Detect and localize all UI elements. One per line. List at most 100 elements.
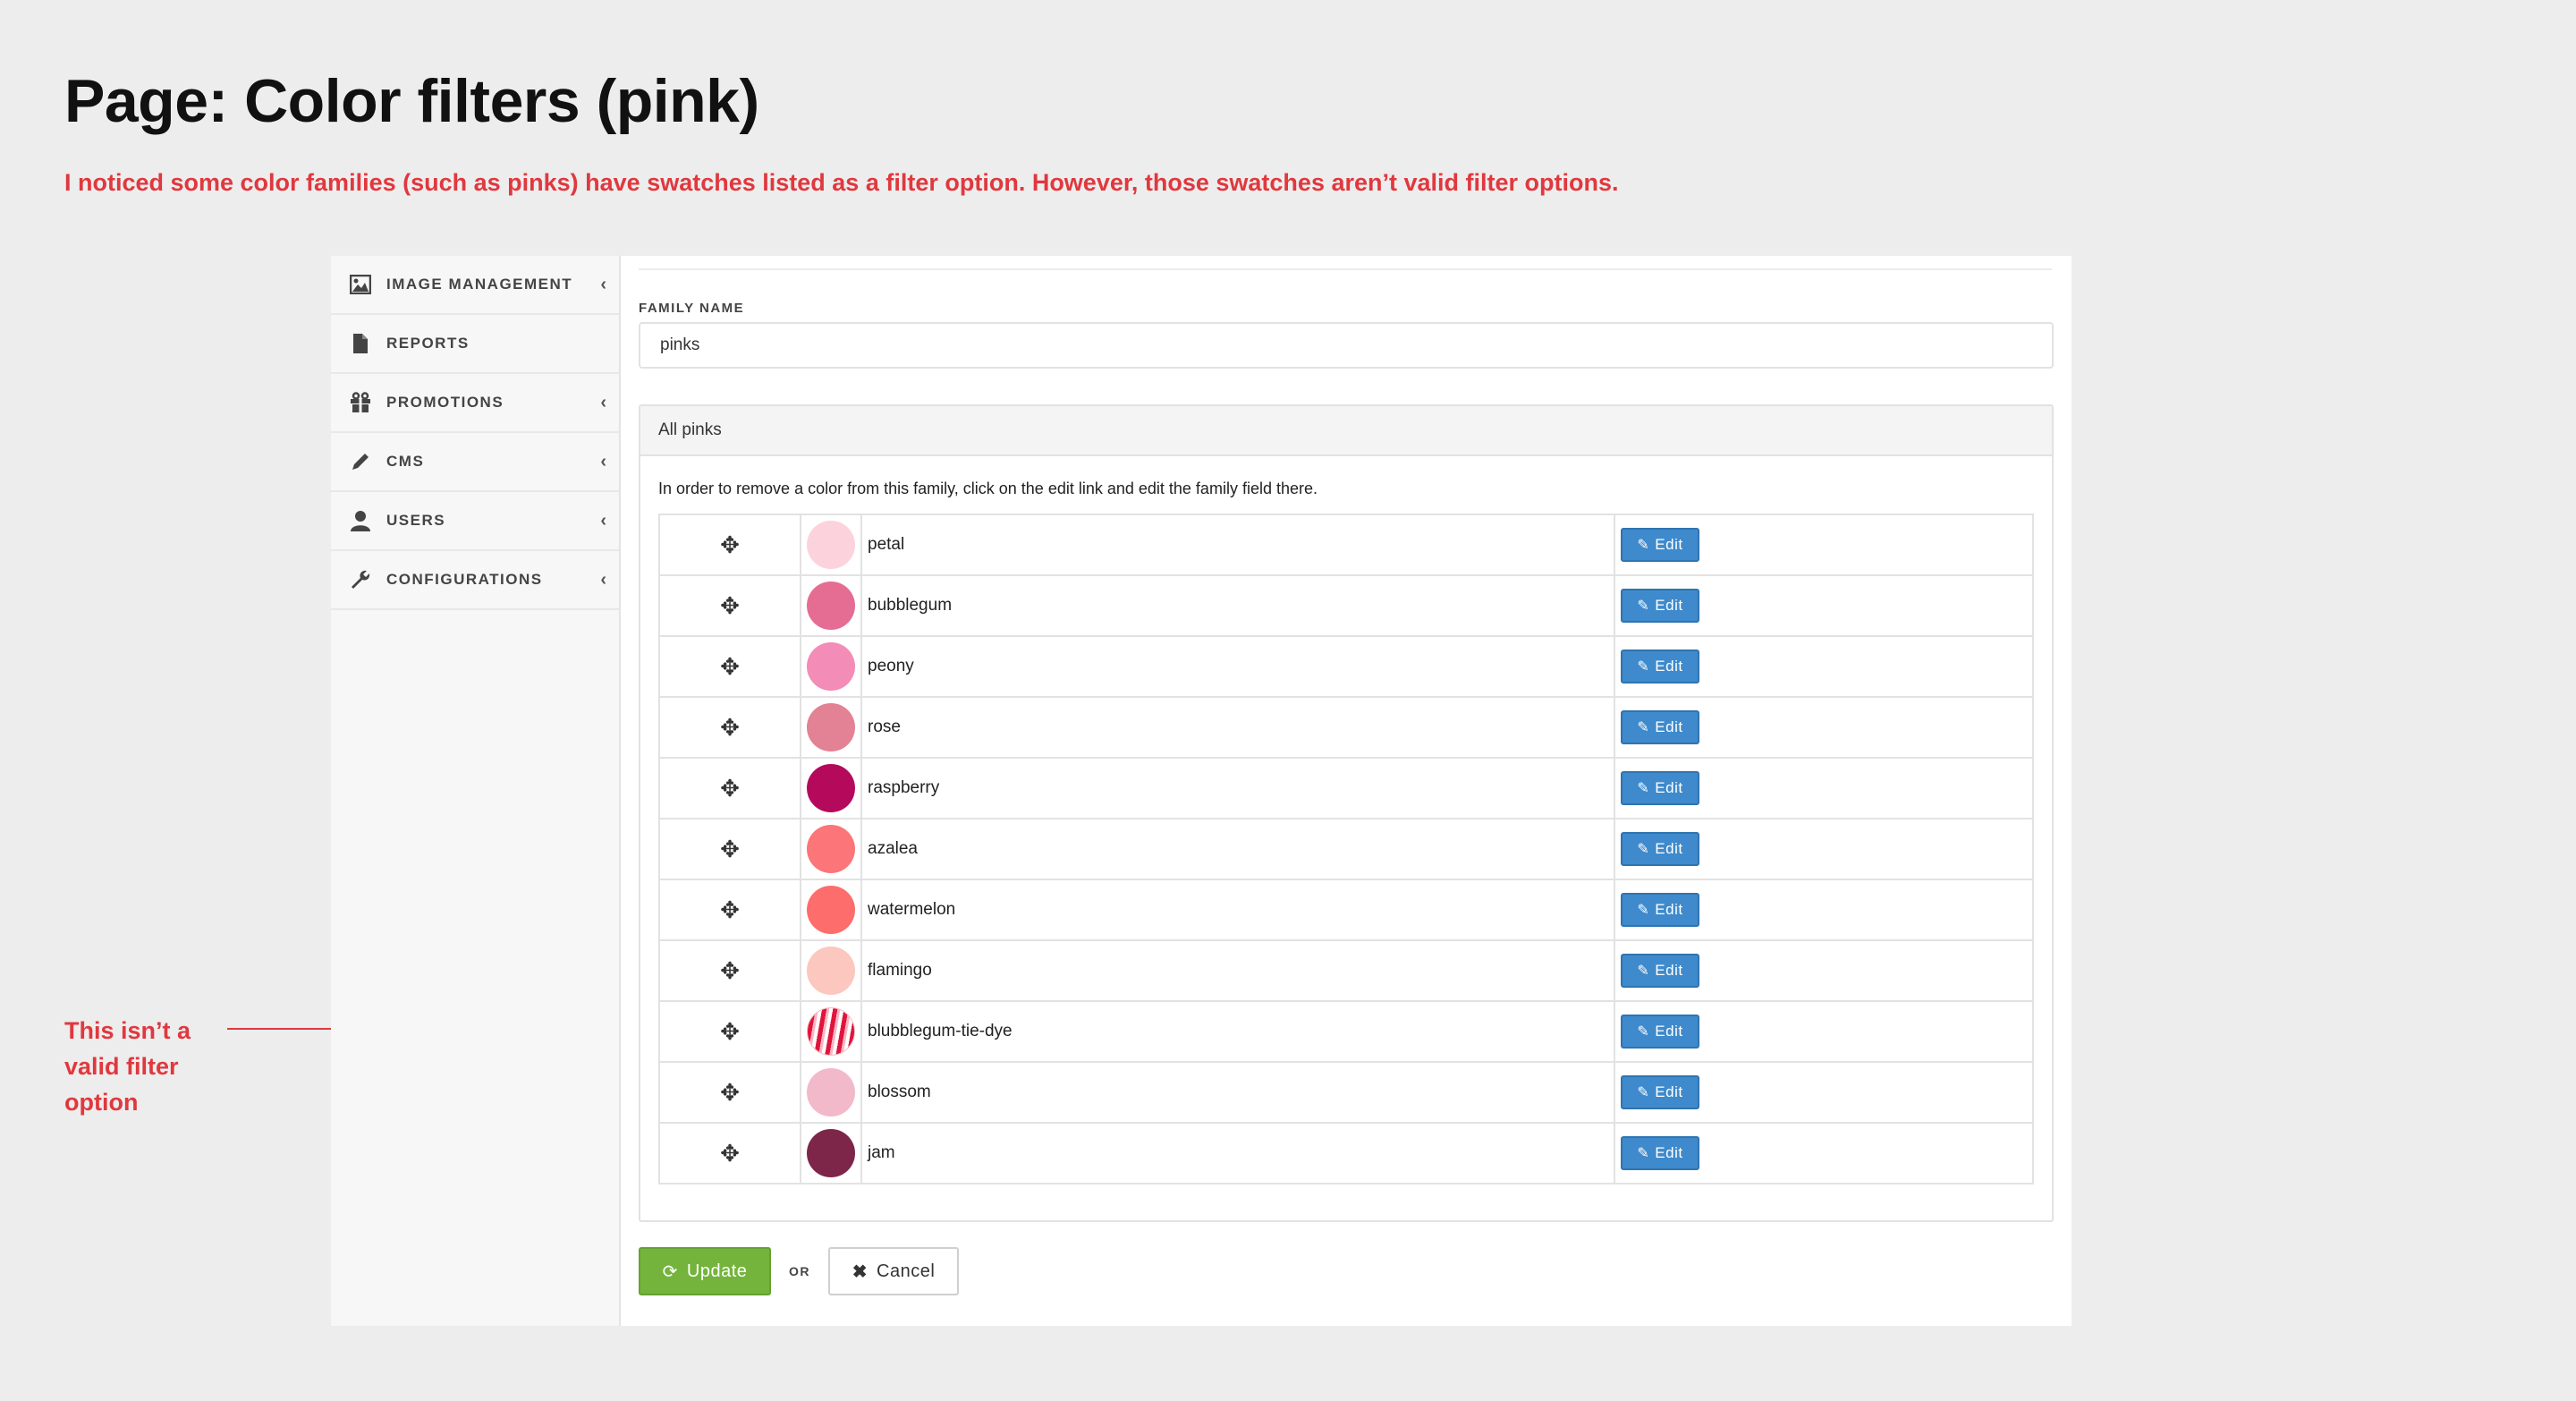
- edit-button[interactable]: ✎ Edit: [1621, 1075, 1699, 1109]
- update-button[interactable]: ⟳ Update: [639, 1247, 771, 1295]
- edit-button[interactable]: ✎ Edit: [1621, 1136, 1699, 1170]
- color-name: azalea: [860, 818, 1615, 880]
- family-name-input[interactable]: [639, 322, 2054, 369]
- swatch-cell: [800, 514, 862, 576]
- pencil-icon: ✎: [1637, 720, 1650, 735]
- edit-label: Edit: [1655, 597, 1683, 614]
- edit-button[interactable]: ✎ Edit: [1621, 589, 1699, 623]
- drag-handle-icon[interactable]: ✥: [658, 879, 801, 941]
- panel-title: All pinks: [640, 406, 2052, 456]
- pencil-icon: ✎: [1637, 1024, 1650, 1040]
- action-cell: ✎ Edit: [1614, 757, 2034, 819]
- edit-button[interactable]: ✎ Edit: [1621, 528, 1699, 562]
- edit-button[interactable]: ✎ Edit: [1621, 710, 1699, 744]
- color-swatch: [807, 886, 855, 934]
- sidebar-item-image-management[interactable]: IMAGE MANAGEMENT ‹: [331, 256, 619, 315]
- close-icon: ✖: [852, 1261, 868, 1282]
- color-swatch: [807, 582, 855, 630]
- color-swatch: [807, 521, 855, 569]
- color-row: ✥ rose ✎ Edit: [658, 696, 2034, 759]
- drag-handle-icon[interactable]: ✥: [658, 1000, 801, 1063]
- color-row: ✥ azalea ✎ Edit: [658, 818, 2034, 880]
- color-swatch: [807, 642, 855, 691]
- pencil-icon: ✎: [1637, 964, 1650, 979]
- edit-label: Edit: [1655, 779, 1683, 796]
- drag-handle-icon[interactable]: ✥: [658, 757, 801, 819]
- sidebar-item-label: CONFIGURATIONS: [386, 571, 543, 588]
- swatch-cell: [800, 939, 862, 1002]
- file-icon: [349, 332, 372, 355]
- drag-handle-icon[interactable]: ✥: [658, 696, 801, 759]
- chevron-left-icon: ‹: [600, 393, 606, 412]
- edit-label: Edit: [1655, 840, 1683, 857]
- action-cell: ✎ Edit: [1614, 635, 2034, 698]
- user-icon: [349, 509, 372, 532]
- cancel-button[interactable]: ✖ Cancel: [828, 1247, 959, 1295]
- edit-button[interactable]: ✎ Edit: [1621, 954, 1699, 988]
- sidebar-item-cms[interactable]: CMS ‹: [331, 433, 619, 492]
- color-row: ✥ raspberry ✎ Edit: [658, 757, 2034, 819]
- sidebar-item-label: CMS: [386, 453, 425, 470]
- edit-label: Edit: [1655, 1083, 1683, 1100]
- image-icon: [349, 273, 372, 296]
- color-name: rose: [860, 696, 1615, 759]
- cancel-label: Cancel: [877, 1261, 936, 1281]
- action-cell: ✎ Edit: [1614, 514, 2034, 576]
- color-name: raspberry: [860, 757, 1615, 819]
- sidebar-item-label: USERS: [386, 512, 446, 529]
- edit-button[interactable]: ✎ Edit: [1621, 771, 1699, 805]
- or-label: OR: [789, 1264, 810, 1278]
- swatch-cell: [800, 1122, 862, 1184]
- color-row: ✥ peony ✎ Edit: [658, 635, 2034, 698]
- drag-handle-icon[interactable]: ✥: [658, 818, 801, 880]
- drag-handle-icon[interactable]: ✥: [658, 1061, 801, 1124]
- edit-label: Edit: [1655, 1023, 1683, 1040]
- color-row: ✥ blubblegum-tie-dye ✎ Edit: [658, 1000, 2034, 1063]
- drag-handle-icon[interactable]: ✥: [658, 635, 801, 698]
- swatch-cell: [800, 757, 862, 819]
- edit-label: Edit: [1655, 536, 1683, 553]
- refresh-icon: ⟳: [662, 1261, 678, 1282]
- color-name: blossom: [860, 1061, 1615, 1124]
- pencil-icon: ✎: [1637, 842, 1650, 857]
- action-cell: ✎ Edit: [1614, 879, 2034, 941]
- swatch-cell: [800, 879, 862, 941]
- color-swatch: [807, 947, 855, 995]
- edit-label: Edit: [1655, 901, 1683, 918]
- sidebar-item-promotions[interactable]: PROMOTIONS ‹: [331, 374, 619, 433]
- pencil-icon: ✎: [1637, 659, 1650, 675]
- pencil-icon: ✎: [1637, 538, 1650, 553]
- edit-button[interactable]: ✎ Edit: [1621, 1015, 1699, 1049]
- drag-handle-icon[interactable]: ✥: [658, 574, 801, 637]
- wrench-icon: [349, 568, 372, 591]
- action-cell: ✎ Edit: [1614, 1061, 2034, 1124]
- swatch-cell: [800, 818, 862, 880]
- pencil-icon: ✎: [1637, 781, 1650, 796]
- swatch-cell: [800, 635, 862, 698]
- drag-handle-icon[interactable]: ✥: [658, 939, 801, 1002]
- color-name: flamingo: [860, 939, 1615, 1002]
- edit-button[interactable]: ✎ Edit: [1621, 832, 1699, 866]
- panel-note: In order to remove a color from this fam…: [658, 480, 1318, 497]
- colors-table: ✥ petal ✎ Edit ✥ bubblegum ✎ Edit ✥ peony ✎ Edit ✥ ro…: [658, 514, 2034, 1184]
- color-name: blubblegum-tie-dye: [860, 1000, 1615, 1063]
- sidebar-item-label: IMAGE MANAGEMENT: [386, 276, 573, 293]
- document-subtitle: I noticed some color families (such as p…: [64, 169, 1619, 196]
- pencil-icon: ✎: [1637, 903, 1650, 918]
- action-cell: ✎ Edit: [1614, 818, 2034, 880]
- sidebar-item-reports[interactable]: REPORTS: [331, 315, 619, 374]
- pencil-icon: ✎: [1637, 599, 1650, 614]
- drag-handle-icon[interactable]: ✥: [658, 1122, 801, 1184]
- sidebar-item-configurations[interactable]: CONFIGURATIONS ‹: [331, 551, 619, 610]
- color-row: ✥ jam ✎ Edit: [658, 1122, 2034, 1184]
- color-swatch: [807, 1007, 855, 1056]
- edit-button[interactable]: ✎ Edit: [1621, 893, 1699, 927]
- sidebar-item-users[interactable]: USERS ‹: [331, 492, 619, 551]
- color-swatch: [807, 825, 855, 873]
- sidebar: IMAGE MANAGEMENT ‹ REPORTS PROMOTIONS ‹ …: [331, 256, 621, 1326]
- drag-handle-icon[interactable]: ✥: [658, 514, 801, 576]
- edit-button[interactable]: ✎ Edit: [1621, 650, 1699, 684]
- chevron-left-icon: ‹: [600, 275, 606, 294]
- edit-label: Edit: [1655, 962, 1683, 979]
- color-name: petal: [860, 514, 1615, 576]
